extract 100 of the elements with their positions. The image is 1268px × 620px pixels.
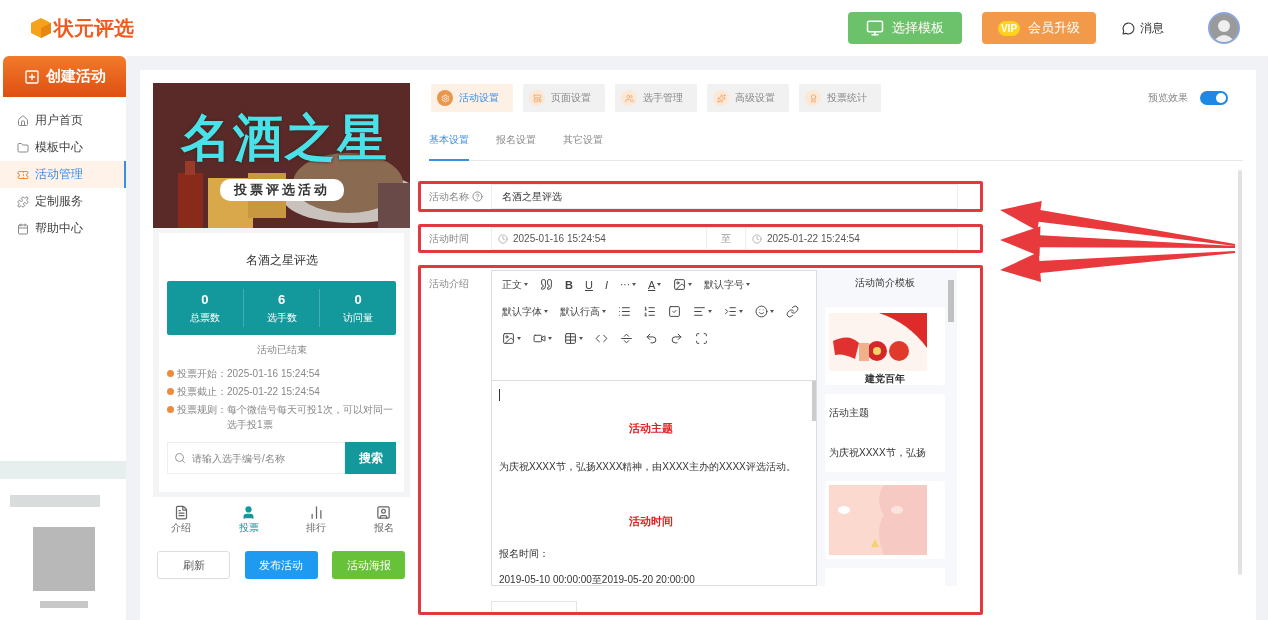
emoji-icon	[755, 305, 768, 318]
preview-switch[interactable]	[1200, 91, 1228, 105]
rule-label: 投票截止：	[177, 385, 227, 399]
logo: 状元评选	[30, 14, 134, 42]
image-icon	[502, 332, 515, 345]
caret-icon	[688, 283, 693, 286]
rule-label: 投票开始：	[177, 367, 227, 381]
monitor-icon	[866, 19, 884, 37]
sub-tab[interactable]: 报名设置	[496, 121, 536, 161]
messages-link[interactable]: 消息	[1122, 19, 1164, 37]
checkbox-icon[interactable]	[668, 305, 681, 318]
vip-badge: VIP	[997, 20, 1021, 36]
help-icon	[472, 191, 483, 202]
rule-text: 2025-01-16 15:24:54	[227, 367, 320, 381]
document-icon	[173, 505, 189, 520]
stat-label: 访问量	[343, 310, 374, 325]
rule-text: 2025-01-22 15:24:54	[227, 385, 320, 399]
id-card-icon	[376, 505, 392, 520]
panel-title: 活动简介模板	[854, 276, 916, 290]
caret-icon	[708, 310, 712, 313]
code-icon[interactable]	[595, 332, 608, 345]
range-separator: 至	[721, 231, 731, 246]
paragraph-dropdown[interactable]: 正文	[496, 271, 534, 298]
bottom-nav-item[interactable]: 报名	[373, 505, 394, 535]
bottom-nav-item[interactable]: 介绍	[171, 505, 191, 535]
font-family-dropdown[interactable]: 默认字体	[496, 298, 554, 325]
house-icon	[17, 114, 29, 127]
link-icon[interactable]	[786, 305, 799, 318]
caret-icon	[746, 283, 751, 286]
quote-icon[interactable]	[540, 278, 553, 291]
fullscreen-icon[interactable]	[695, 332, 708, 345]
caret-icon	[579, 337, 583, 340]
field-label: 活动时间	[429, 231, 469, 246]
puzzle-icon	[17, 195, 29, 208]
field-label: 活动名称	[429, 189, 469, 204]
avatar[interactable]	[1208, 12, 1240, 44]
end-date-field[interactable]: 2025-01-22 15:24:54	[745, 227, 958, 250]
more-dropdown[interactable]: ···	[613, 271, 642, 298]
award-icon	[805, 90, 821, 106]
align-icon	[693, 305, 706, 318]
caret-icon	[770, 310, 774, 313]
sidebar-item[interactable]: 用户首页	[0, 107, 126, 134]
background-color-dropdown	[673, 278, 687, 291]
table-icon	[564, 332, 577, 345]
font-color-dropdown[interactable]: A	[641, 271, 668, 298]
activity-title: 名酒之星评选	[244, 252, 319, 269]
field-label: 活动介绍	[429, 277, 469, 291]
blurred-block	[33, 527, 95, 591]
search-icon	[174, 452, 186, 464]
numbered-list-icon[interactable]	[643, 305, 656, 318]
caret-icon	[517, 337, 521, 340]
caret-icon	[602, 310, 606, 313]
redo-icon[interactable]	[670, 332, 683, 345]
status-text: 活动已结束	[255, 343, 308, 357]
gear-icon	[437, 90, 453, 106]
bulleted-list-icon[interactable]	[618, 305, 631, 318]
stat-value: 0	[201, 291, 209, 307]
start-date-field[interactable]: 2025-01-16 15:24:54	[491, 227, 707, 250]
caret-icon	[631, 283, 636, 286]
toggle-label: 预览效果	[1148, 91, 1188, 105]
editor-content[interactable]: 活动主题 为庆祝XXXX节，弘扬XXXX精神，由XXXX主办的XXXX评选活动。 活动时间 报名时间： 2019-05-10 00:00:00至2019-05-20 20:00:00	[492, 381, 816, 585]
ticket-icon	[17, 168, 29, 181]
template-card[interactable]: 建党百年	[825, 307, 945, 385]
bottom-nav-item[interactable]: 排行	[306, 505, 327, 535]
people-icon	[621, 90, 637, 106]
indent-icon	[724, 305, 737, 318]
action-button[interactable]: 刷新	[157, 551, 230, 579]
search-field[interactable]: 请输入选手编号/名称	[167, 442, 345, 474]
caret-icon	[544, 310, 548, 313]
layout-icon	[529, 90, 545, 106]
name-input[interactable]: 名酒之星评选	[491, 184, 958, 209]
sub-tab[interactable]: 其它设置	[563, 121, 603, 161]
bold-button[interactable]: B	[559, 271, 579, 298]
caret-icon	[739, 310, 743, 313]
template-card[interactable]: 活动主题 为庆祝XXXX节，弘扬	[825, 394, 945, 472]
bullet-icon	[167, 406, 174, 413]
caret-icon	[524, 283, 528, 286]
line-height-dropdown[interactable]: 默认行高	[554, 298, 612, 325]
chat-bubble-icon	[1122, 21, 1135, 35]
undo-icon[interactable]	[645, 332, 658, 345]
italic-button[interactable]: I	[598, 271, 614, 298]
sidebar-item[interactable]: 定制服务	[0, 188, 126, 215]
sub-tab[interactable]: 基本设置	[429, 121, 469, 161]
rule-text: 每个微信号每天可投1次，可以对同一选手投1票	[227, 403, 394, 432]
stat-label: 总票数	[189, 310, 220, 325]
underline-button[interactable]: U	[578, 271, 599, 298]
calendar-icon	[17, 222, 29, 235]
clock-icon	[752, 233, 762, 244]
stat-label: 选手数	[266, 310, 297, 325]
stat-value: 6	[277, 291, 286, 307]
folder-icon	[17, 141, 29, 154]
font-size-dropdown[interactable]: 默认字号	[698, 271, 757, 298]
sidebar-item[interactable]: 帮助中心	[0, 215, 126, 242]
sidebar-item[interactable]: 模板中心	[0, 134, 126, 161]
clock-icon	[498, 233, 508, 244]
bullet-icon	[167, 370, 174, 377]
divider-icon[interactable]	[620, 332, 633, 345]
bottom-nav-item[interactable]: 投票	[238, 505, 259, 535]
blurred-block	[40, 601, 88, 608]
caret-icon	[548, 337, 552, 340]
